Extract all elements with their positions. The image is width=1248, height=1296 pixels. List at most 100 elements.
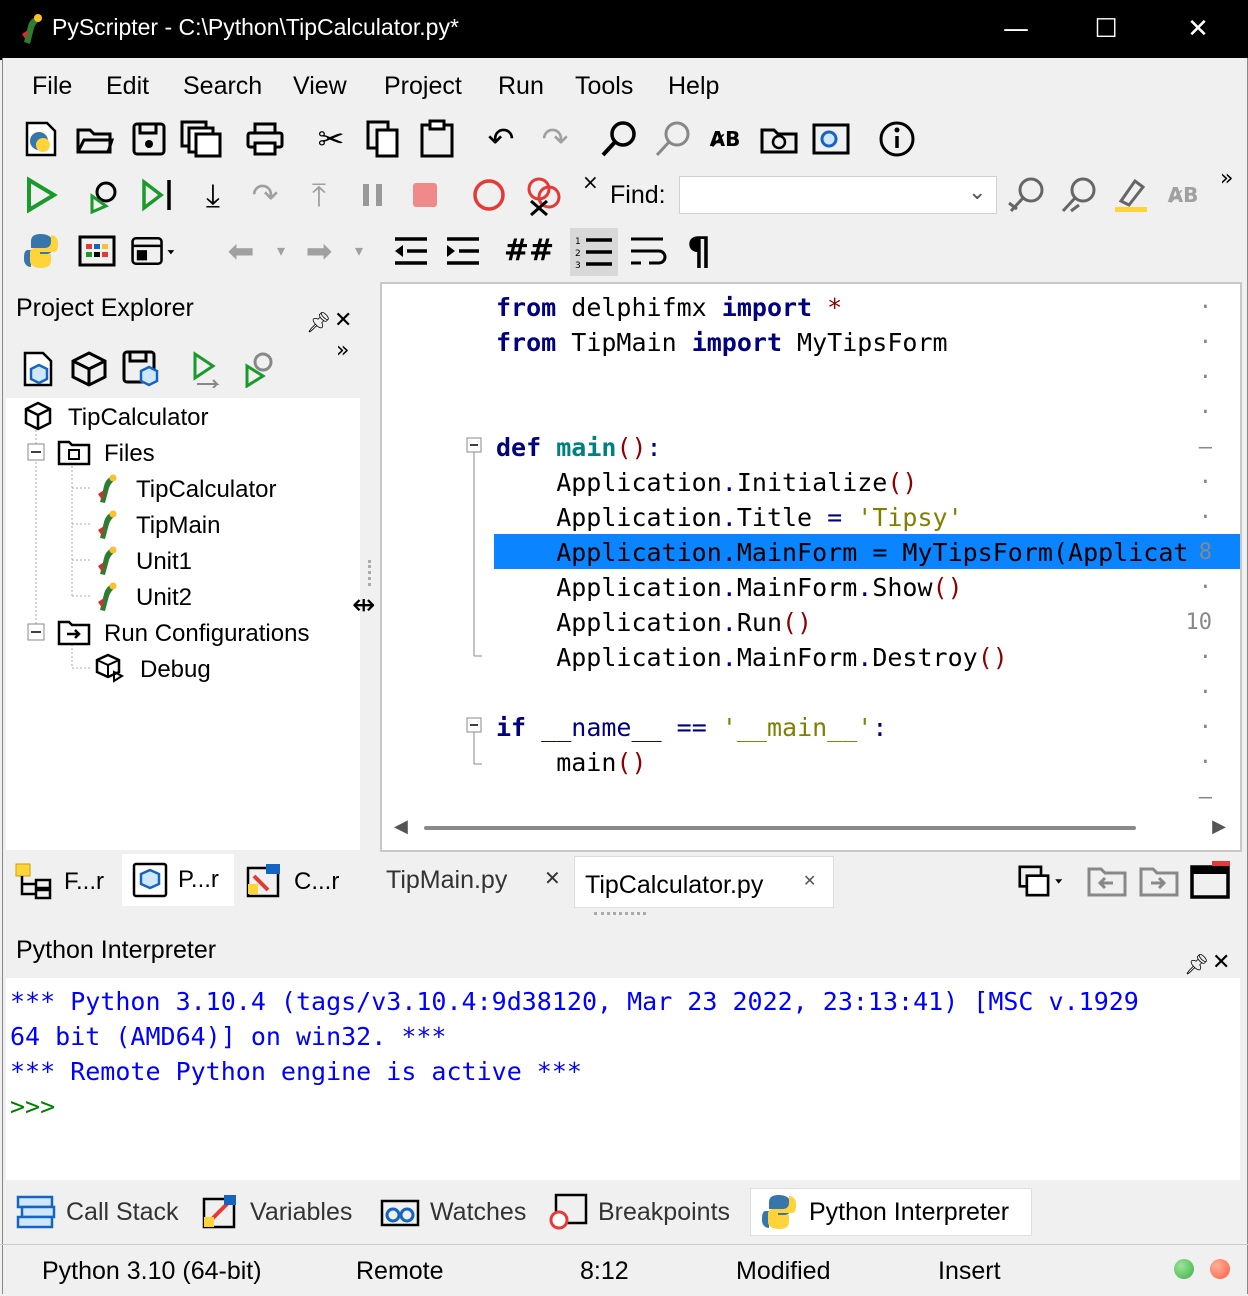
step-out-icon[interactable]: ⤒ [296,172,342,218]
unindent-icon[interactable] [388,228,434,274]
editor-layout-dropdown-icon[interactable] [1018,858,1064,904]
editor-tab-tipcalculator[interactable]: TipCalculator.py ✕ [574,856,834,908]
project-toolbar-overflow-icon[interactable]: » [336,338,349,363]
menu-help[interactable]: Help [668,72,719,101]
save-project-icon[interactable] [118,346,164,392]
editor-horizontal-scrollbar[interactable]: ◀ ▶ [382,812,1240,844]
code-line[interactable]: Application.MainForm.Destroy() [496,640,1008,675]
code-line[interactable]: Application.Title = 'Tipsy' [496,500,962,535]
tree-item-files[interactable]: Files [104,440,155,468]
menu-edit[interactable]: Edit [106,72,149,101]
tab-watches[interactable]: Watches [380,1188,526,1236]
scroll-right-icon[interactable]: ▶ [1212,816,1226,837]
run-to-cursor-icon[interactable] [136,172,182,218]
tab-project-explorer[interactable]: P...r [122,854,234,906]
menu-search[interactable]: Search [183,72,262,101]
code-line[interactable]: from TipMain import MyTipsForm [496,325,948,360]
find-dropdown-icon[interactable]: ⌄ [968,180,986,205]
tree-item-file[interactable]: TipCalculator [136,476,277,504]
stop-icon[interactable] [402,172,448,218]
editor-tab-close-icon[interactable]: ✕ [544,866,561,890]
code-line[interactable]: Application.MainForm.Show() [496,570,962,605]
tree-item-file[interactable]: TipMain [136,512,220,540]
menu-tools[interactable]: Tools [575,72,633,101]
code-line[interactable]: if __name__ == '__main__': [496,710,887,745]
find-input[interactable] [679,176,997,214]
clear-breakpoints-icon[interactable] [520,172,566,218]
save-icon[interactable] [126,116,172,162]
editor-splitter-grip[interactable] [594,912,646,918]
indent-icon[interactable] [440,228,486,274]
maximize-button[interactable]: ☐ [1060,0,1152,58]
show-special-chars-icon[interactable]: ¶ [676,228,722,274]
editor-tab-tipmain[interactable]: TipMain.py ✕ [378,856,574,906]
tab-variables[interactable]: Variables [200,1188,352,1236]
code-line[interactable]: Application.Initialize() [496,465,917,500]
tab-file-explorer[interactable]: F...r [14,858,122,906]
open-folder-icon[interactable] [72,116,118,162]
search-window-icon[interactable] [808,116,854,162]
highlight-search-icon[interactable] [1108,172,1154,218]
about-icon[interactable] [874,116,920,162]
forward-dropdown-icon[interactable]: ▾ [336,228,382,274]
close-button[interactable]: ✕ [1152,0,1244,58]
undo-icon[interactable]: ↶ [478,116,524,162]
redo-icon[interactable]: ↷ [532,116,578,162]
menu-run[interactable]: Run [498,72,544,101]
tab-breakpoints[interactable]: Breakpoints [548,1188,730,1236]
code-editor[interactable]: · from delphifmx import * · from TipMain im… [380,282,1242,852]
toolbar-overflow-icon[interactable]: » [1220,166,1233,191]
modules-icon[interactable] [74,228,120,274]
find-icon[interactable] [596,116,642,162]
code-line[interactable]: main() [496,745,646,780]
new-project-icon[interactable] [14,346,60,392]
code-line[interactable]: Application.Run() [496,605,812,640]
splitter-resize-icon[interactable]: ⇹ [352,588,375,621]
tree-item-file[interactable]: Unit2 [136,584,192,612]
line-numbers-icon[interactable]: 1 2 3 [570,228,618,276]
new-python-file-icon[interactable] [18,116,64,162]
replace-toolbar-icon[interactable]: A̷B [1160,172,1206,218]
menu-file[interactable]: File [32,72,72,101]
debug-icon[interactable] [82,172,128,218]
cut-icon[interactable]: ✂ [308,116,354,162]
code-line[interactable]: from delphifmx import * [496,290,842,325]
find-next-icon[interactable] [650,116,696,162]
menu-view[interactable]: View [293,72,347,101]
project-explorer-close-icon[interactable]: ✕ [334,308,352,333]
open-project-icon[interactable] [66,346,112,392]
scroll-thumb[interactable] [424,826,1136,830]
tab-call-stack[interactable]: Call Stack [16,1188,179,1236]
menu-project[interactable]: Project [384,72,462,101]
python-icon[interactable] [18,228,64,274]
word-wrap-icon[interactable] [624,228,670,274]
minimize-button[interactable]: — [970,0,1062,58]
new-tab-window-icon[interactable] [1188,858,1234,904]
interpreter-close-icon[interactable]: ✕ [1212,950,1230,975]
interpreter-console[interactable]: *** Python 3.10.4 (tags/v3.10.4:9d38120,… [6,978,1240,1180]
step-over-icon[interactable]: ↷ [242,172,288,218]
layout-menu-icon[interactable] [130,228,176,274]
save-all-icon[interactable] [178,116,224,162]
run-icon[interactable] [18,172,64,218]
status-engine[interactable]: Remote [356,1257,444,1286]
pause-icon[interactable] [350,172,396,218]
replace-icon[interactable]: A̷B [702,116,748,162]
code-line[interactable]: Application.MainForm = MyTipsForm(Applic… [496,535,1188,570]
splitter-grip[interactable] [368,560,375,586]
run-project-icon[interactable] [184,346,230,392]
next-tab-icon[interactable] [1136,858,1182,904]
tab-python-interpreter[interactable]: Python Interpreter [750,1188,1032,1236]
previous-tab-icon[interactable] [1084,858,1130,904]
toggle-breakpoint-icon[interactable] [466,172,512,218]
debug-project-icon[interactable] [236,346,282,392]
step-into-icon[interactable]: ⤓ [190,172,236,218]
print-icon[interactable] [242,116,288,162]
status-python-version[interactable]: Python 3.10 (64-bit) [42,1257,262,1286]
pin-icon[interactable]: 📌︎ [306,310,331,334]
find-toolbar-close-icon[interactable]: × [582,170,599,194]
tree-item-run-configurations[interactable]: Run Configurations [104,620,309,648]
tab-code-explorer[interactable]: C...r [244,858,352,906]
paste-icon[interactable] [414,116,460,162]
tree-item-debug[interactable]: Debug [140,656,211,684]
